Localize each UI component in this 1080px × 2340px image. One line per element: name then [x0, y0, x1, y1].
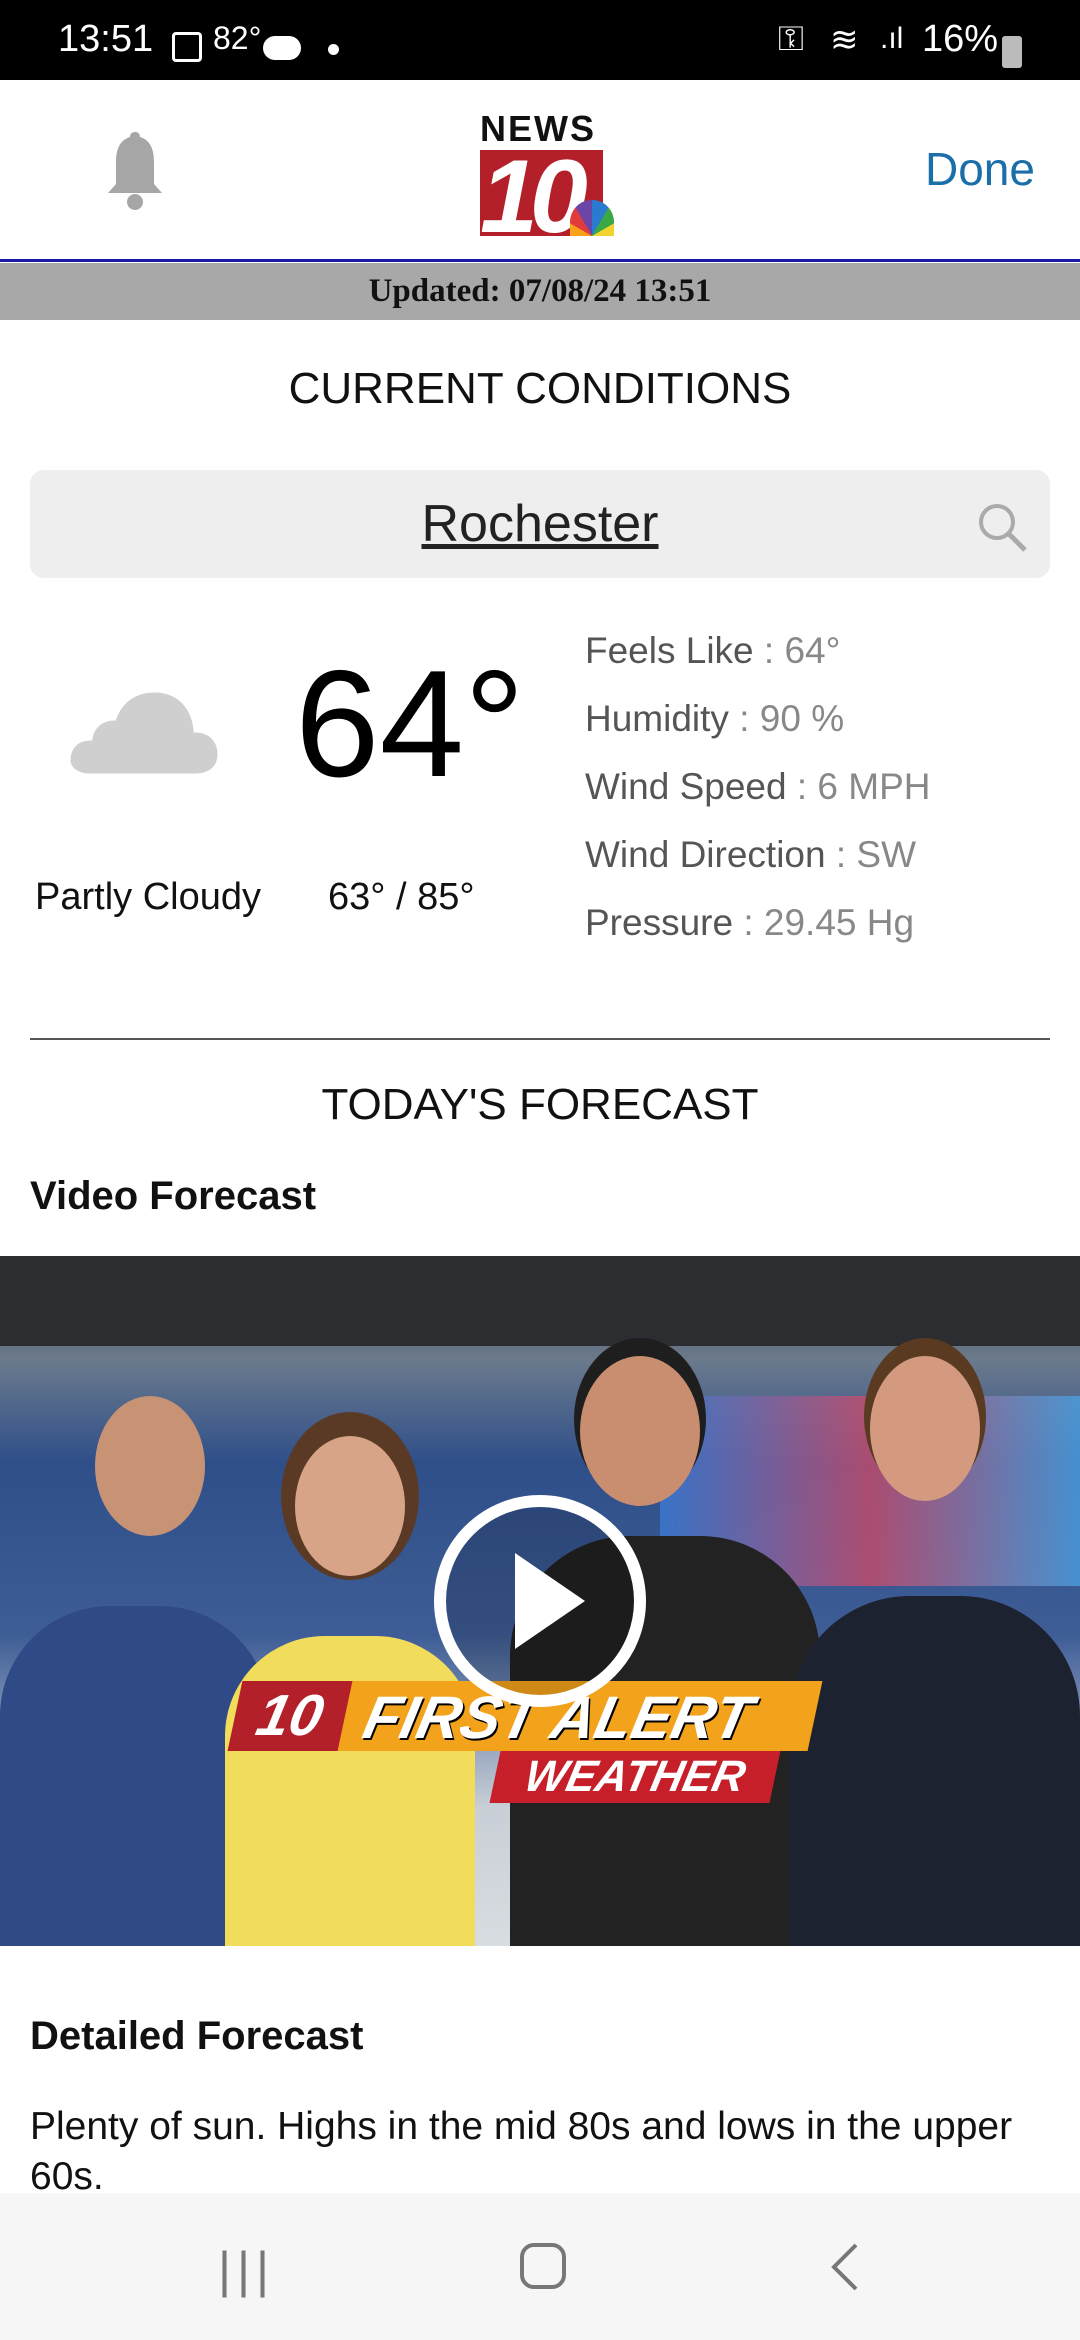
- presenter-4-head: [870, 1356, 980, 1501]
- weather-logo-text: WEATHER: [489, 1751, 781, 1803]
- video-forecast-title: Video Forecast: [30, 1174, 317, 1218]
- current-temperature: 64°: [295, 639, 525, 809]
- status-bar: 13:51 82° ⚿ ≋ .ıl 16%: [0, 0, 1080, 80]
- recent-apps-button[interactable]: |||: [218, 2241, 275, 2299]
- status-temp: 82°: [213, 20, 262, 56]
- signal-icon: .ıl: [880, 22, 904, 55]
- wifi-icon: ≋: [830, 21, 859, 59]
- app-header: NEWS 10 Done: [0, 80, 1080, 262]
- notification-dot-icon: [328, 44, 339, 55]
- todays-forecast-heading: TODAY'S FORECAST: [321, 1080, 759, 1129]
- home-button[interactable]: [520, 2243, 566, 2289]
- vpn-key-icon: ⚿: [778, 20, 804, 58]
- detail-wind-direction: Wind Direction : SW: [585, 834, 917, 875]
- presenter-2-head: [295, 1436, 405, 1576]
- search-icon[interactable]: [975, 500, 1029, 554]
- status-time: 13:51: [58, 18, 154, 60]
- location-search[interactable]: Rochester: [30, 470, 1050, 578]
- partly-cloudy-night-icon: [62, 650, 223, 805]
- detail-humidity: Humidity : 90 %: [585, 698, 845, 739]
- presenter-3-head: [580, 1356, 700, 1506]
- gallery-icon: [172, 32, 202, 62]
- system-nav-bar: |||: [0, 2193, 1080, 2340]
- video-forecast-player[interactable]: 10 FIRST ALERT WEATHER: [0, 1256, 1080, 1946]
- studio-ceiling: [0, 1256, 1080, 1346]
- section-divider: [30, 1038, 1050, 1040]
- detail-pressure: Pressure : 29.45 Hg: [585, 902, 915, 943]
- low-high-temps: 63° / 85°: [328, 876, 475, 918]
- updated-timestamp: Updated: 07/08/24 13:51: [0, 263, 1080, 320]
- back-button[interactable]: [830, 2241, 860, 2293]
- presenter-1-head: [95, 1396, 205, 1536]
- weather-status-icon: [263, 36, 301, 60]
- condition-text: Partly Cloudy: [35, 876, 261, 918]
- play-icon[interactable]: [430, 1491, 650, 1711]
- battery-icon: [1002, 36, 1022, 68]
- current-conditions-heading: CURRENT CONDITIONS: [288, 364, 792, 413]
- done-button[interactable]: Done: [925, 142, 1035, 196]
- bell-icon[interactable]: [100, 130, 170, 212]
- detail-feels-like: Feels Like : 64°: [585, 630, 841, 671]
- battery-percent: 16%: [922, 18, 999, 60]
- news10-logo: NEWS 10: [478, 108, 628, 258]
- detailed-forecast-title: Detailed Forecast: [30, 2014, 364, 2058]
- location-name[interactable]: Rochester: [30, 494, 1050, 554]
- presenter-4: [790, 1596, 1080, 1946]
- detail-wind-speed: Wind Speed : 6 MPH: [585, 766, 931, 807]
- detailed-forecast-text: Plenty of sun. Highs in the mid 80s and …: [30, 2105, 1013, 2198]
